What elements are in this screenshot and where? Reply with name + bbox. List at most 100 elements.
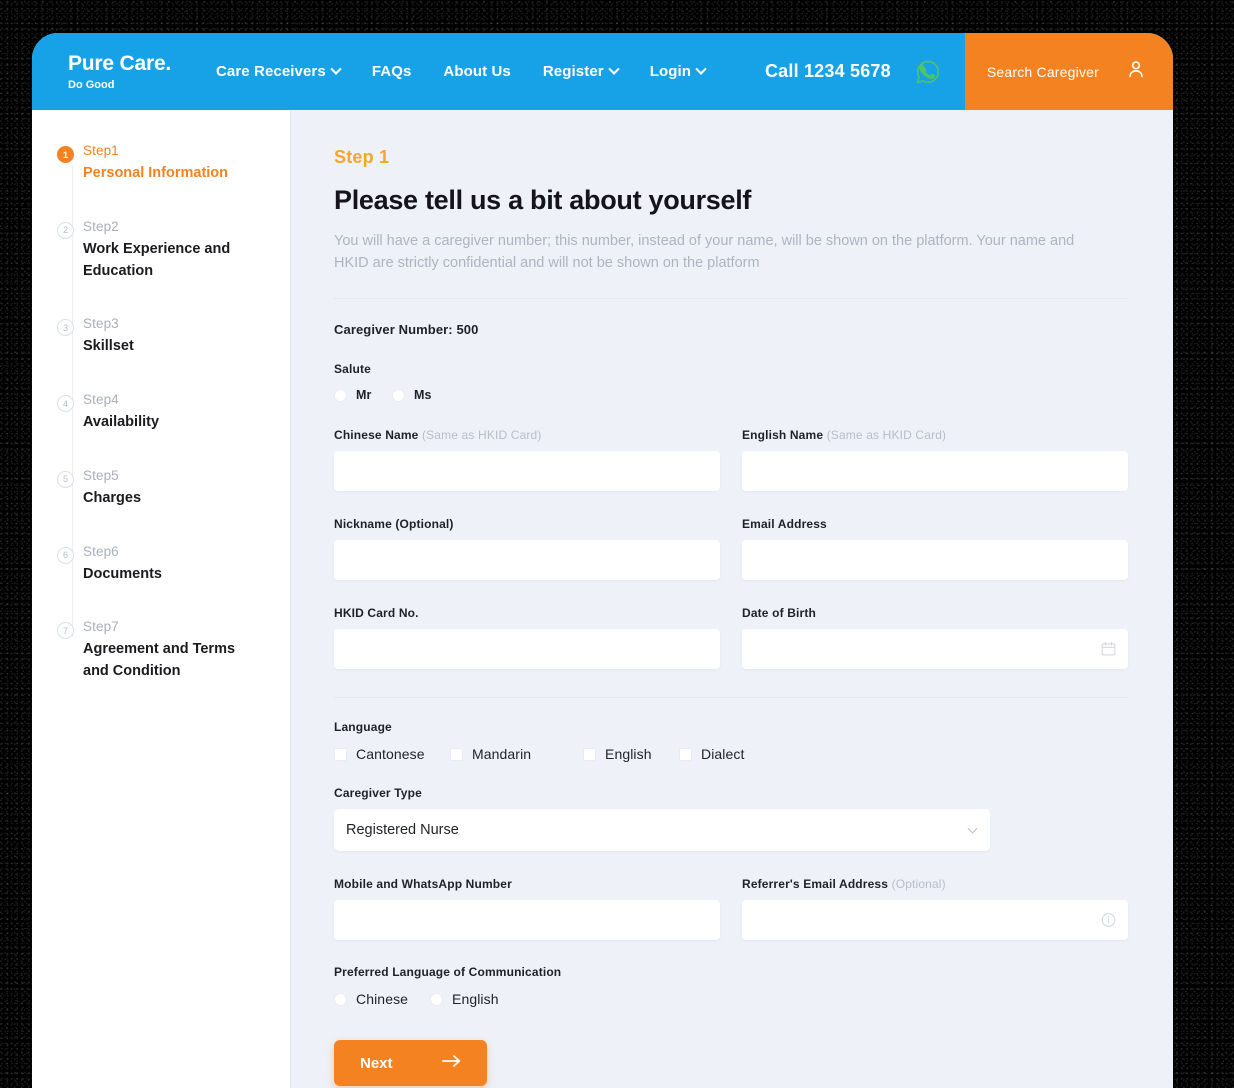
referrer-email-label: Referrer's Email Address (Optional) — [742, 877, 1128, 891]
chinese-name-label-text: Chinese Name — [334, 428, 419, 443]
referrer-email-field: Referrer's Email Address (Optional) — [742, 877, 1128, 941]
language-label: Language — [334, 720, 392, 735]
search-caregiver-label: Search Caregiver — [986, 63, 1099, 80]
step-title: Work Experience and Education — [83, 240, 231, 279]
nickname-label: Nickname (Optional) — [334, 517, 454, 532]
step-number-badge: 2 — [57, 221, 74, 239]
caregiver-type-label: Caregiver Type — [334, 786, 422, 801]
section-divider-middle — [334, 697, 1128, 699]
mobile-label: Mobile and WhatsApp Number — [334, 877, 512, 892]
preferred-language-option-chinese[interactable]: Chinese — [334, 991, 430, 1007]
caregiver-type-select[interactable]: Registered Nurse — [334, 809, 990, 852]
step-list: 1 Step1 Personal Information 2 Step2 Wor… — [32, 143, 290, 683]
checkbox-icon[interactable] — [450, 747, 463, 761]
chevron-down-icon — [330, 63, 342, 75]
next-button[interactable]: Next — [334, 1040, 487, 1087]
step-number-badge: 5 — [57, 470, 74, 488]
step-sidebar: 1 Step1 Personal Information 2 Step2 Wor… — [32, 110, 291, 1088]
step-title: Skillset — [83, 338, 134, 355]
checkbox-icon[interactable] — [334, 747, 347, 761]
main-nav: Care Receivers FAQs About Us Register Lo… — [216, 63, 707, 80]
radio-icon[interactable] — [430, 992, 443, 1006]
chevron-down-icon — [695, 63, 707, 75]
salute-option-label: Mr — [356, 388, 372, 403]
name-row: Chinese Name (Same as HKID Card) English… — [334, 428, 1128, 492]
chinese-name-hint: (Same as HKID Card) — [421, 428, 542, 443]
language-option-label: Cantonese — [356, 746, 425, 763]
sidebar-step-6[interactable]: 6 Step6 Documents — [57, 544, 290, 586]
step-number-badge: 4 — [57, 395, 74, 412]
step-title: Personal Information — [83, 165, 229, 181]
checkbox-icon[interactable] — [583, 747, 596, 761]
preferred-language-group: Preferred Language of Communication Chin… — [334, 965, 1128, 1007]
sidebar-step-2[interactable]: 2 Step2 Work Experience and Education — [57, 219, 290, 283]
chinese-name-label: Chinese Name (Same as HKID Card) — [334, 428, 720, 442]
nav-item-login[interactable]: Login — [649, 63, 707, 80]
language-group: Language Cantonese Mandarin English Dial… — [334, 720, 1128, 762]
language-option-mandarin[interactable]: Mandarin — [450, 746, 583, 762]
preferred-language-option-english[interactable]: English — [430, 991, 499, 1007]
sidebar-step-4[interactable]: 4 Step4 Availability — [57, 392, 290, 434]
english-name-hint: (Same as HKID Card) — [826, 428, 947, 443]
caregiver-number: Caregiver Number: 500 — [334, 322, 479, 338]
hkid-label: HKID Card No. — [334, 606, 419, 621]
radio-icon[interactable] — [392, 388, 405, 402]
sidebar-step-1[interactable]: 1 Step1 Personal Information — [57, 143, 290, 185]
referrer-email-hint: (Optional) — [891, 877, 946, 892]
search-caregiver-button[interactable]: Search Caregiver — [964, 33, 1173, 110]
nav-label: Care Receivers — [216, 63, 326, 80]
step-number-badge: 3 — [57, 319, 74, 337]
email-input[interactable] — [742, 540, 1128, 581]
salute-option-ms[interactable]: Ms — [392, 388, 432, 402]
hkid-dob-row: HKID Card No. Date of Birth — [334, 606, 1128, 670]
hkid-field: HKID Card No. — [334, 606, 720, 670]
step-label: Step1 — [83, 143, 119, 158]
nav-label: Login — [649, 63, 692, 80]
sidebar-step-7[interactable]: 7 Step7 Agreement and Terms and Conditio… — [57, 619, 290, 683]
checkbox-icon[interactable] — [679, 747, 692, 761]
call-phone-number[interactable]: Call 1234 5678 — [765, 61, 891, 82]
preferred-language-options: Chinese English — [334, 991, 1128, 1007]
nav-item-care-receivers[interactable]: Care Receivers — [216, 63, 342, 80]
info-icon[interactable] — [1100, 912, 1117, 929]
mobile-input[interactable] — [334, 900, 720, 941]
step-label: Step2 — [83, 218, 119, 234]
english-name-input[interactable] — [742, 451, 1128, 492]
chinese-name-input[interactable] — [334, 451, 720, 492]
site-header: Pure Care. Do Good Care Receivers FAQs A… — [32, 33, 1173, 110]
referrer-email-input[interactable] — [742, 900, 1128, 941]
brand-logo[interactable]: Pure Care. Do Good — [32, 53, 184, 91]
radio-icon[interactable] — [334, 992, 347, 1006]
hkid-input[interactable] — [334, 629, 720, 670]
step-number-badge: 1 — [57, 146, 74, 163]
next-button-label: Next — [360, 1054, 393, 1072]
nav-label: Register — [542, 63, 604, 80]
whatsapp-icon[interactable] — [913, 57, 943, 87]
step-number-badge: 7 — [57, 622, 74, 640]
nickname-input[interactable] — [334, 540, 720, 581]
step-title: Charges — [83, 489, 142, 506]
page-body: 1 Step1 Personal Information 2 Step2 Wor… — [32, 110, 1173, 1088]
sidebar-step-3[interactable]: 3 Step3 Skillset — [57, 316, 290, 358]
header-actions: Call 1234 5678 Search Caregiver — [765, 33, 1173, 110]
nav-item-about-us[interactable]: About Us — [443, 63, 510, 80]
nav-item-register[interactable]: Register — [542, 63, 620, 80]
english-name-field: English Name (Same as HKID Card) — [742, 428, 1128, 492]
language-option-cantonese[interactable]: Cantonese — [334, 746, 450, 762]
salute-option-mr[interactable]: Mr — [334, 388, 392, 402]
radio-icon[interactable] — [334, 388, 347, 402]
step-label: Step5 — [83, 467, 119, 483]
dob-label: Date of Birth — [742, 606, 816, 621]
language-option-label: English — [605, 746, 652, 763]
sidebar-step-5[interactable]: 5 Step5 Charges — [57, 468, 290, 510]
page-description: You will have a caregiver number; this n… — [334, 233, 1075, 272]
chinese-name-field: Chinese Name (Same as HKID Card) — [334, 428, 720, 492]
calendar-icon[interactable] — [1100, 641, 1117, 658]
language-option-label: Dialect — [701, 746, 745, 763]
nav-item-faqs[interactable]: FAQs — [372, 63, 412, 80]
dob-input[interactable] — [742, 629, 1128, 670]
brand-name: Pure Care. — [68, 51, 172, 75]
language-option-dialect[interactable]: Dialect — [679, 746, 745, 762]
language-option-english[interactable]: English — [583, 746, 679, 762]
chevron-down-icon — [967, 823, 978, 834]
